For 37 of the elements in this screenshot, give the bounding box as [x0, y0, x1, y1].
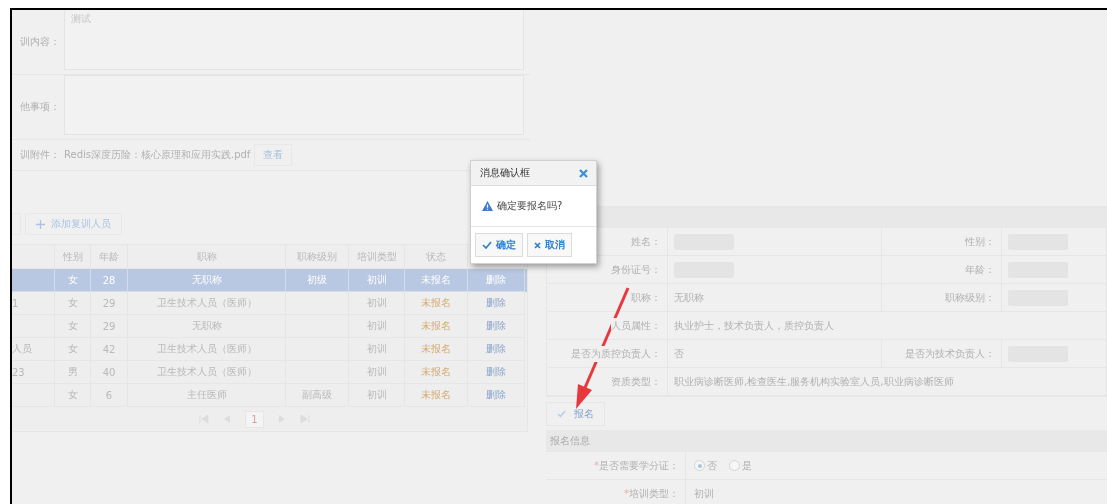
table-cell: 未报名 [421, 319, 451, 333]
table-cell: 28 [102, 274, 116, 286]
dialog-title: 消息确认框 [480, 166, 530, 180]
required-mark: * [594, 460, 599, 471]
table-cell: 未报名 [421, 365, 451, 379]
delete-link[interactable]: 删除 [486, 388, 506, 402]
table-row[interactable]: 女 28 无职称 初级 初训 未报名 删除 [12, 269, 527, 292]
delete-link[interactable]: 删除 [486, 342, 506, 356]
warning-icon [482, 201, 493, 211]
radio-option[interactable]: 是 [729, 458, 752, 473]
dialog-message: 确定要报名吗? [497, 199, 563, 213]
table-cell: 未报名 [421, 342, 451, 356]
signup-button[interactable]: 报名 [546, 402, 605, 426]
close-icon [534, 241, 541, 249]
delete-link[interactable]: 删除 [486, 319, 506, 333]
table-cell: 女 [67, 273, 78, 287]
table-cell: 初级 [307, 273, 327, 287]
table-cell: 未报名 [421, 296, 451, 310]
view-button[interactable]: 查看 [254, 144, 293, 166]
field-label: 他事项： [19, 100, 61, 114]
confirm-button[interactable]: 确定 [475, 233, 523, 257]
delete-link[interactable]: 删除 [486, 365, 506, 379]
table-cell: 初训 [366, 273, 387, 287]
cancel-button[interactable]: 取消 [527, 233, 572, 257]
table-cell: 未报名 [421, 273, 451, 287]
plus-icon [36, 219, 45, 229]
delete-link[interactable]: 删除 [486, 273, 506, 287]
delete-link[interactable]: 删除 [486, 296, 506, 310]
table-cell: 未报名 [421, 388, 451, 402]
check-icon [482, 241, 492, 249]
add-trainee-button[interactable]: 添加复训人员 [25, 213, 122, 235]
required-mark: * [624, 488, 629, 499]
page-number[interactable]: 1 [245, 410, 264, 428]
check-icon [557, 410, 566, 418]
close-icon[interactable] [579, 168, 588, 178]
toolbar-button[interactable] [12, 213, 21, 235]
table-cell: 无职称 [191, 273, 222, 287]
